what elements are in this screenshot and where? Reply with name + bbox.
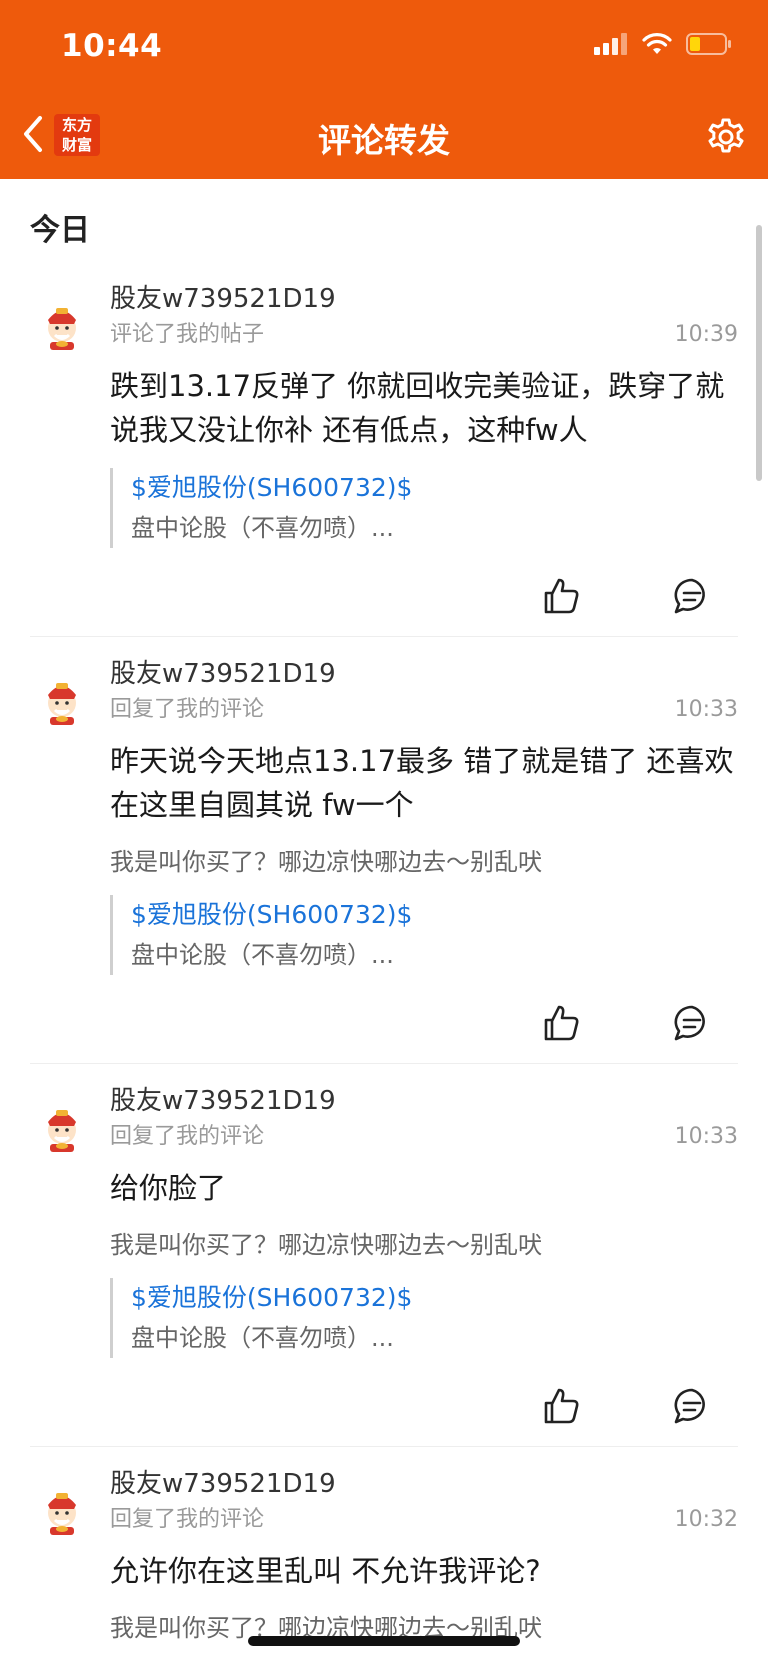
thumbs-up-icon[interactable] bbox=[542, 1003, 582, 1043]
status-icons bbox=[594, 32, 732, 56]
quoted-post[interactable]: $爱旭股份(SH600732)$ 盘中论股（不喜勿喷）... bbox=[110, 468, 738, 548]
avatar[interactable] bbox=[36, 298, 88, 350]
avatar[interactable] bbox=[36, 1483, 88, 1535]
list-item[interactable]: 股友w739521D19 回复了我的评论 10:33 昨天说今天地点13.17最… bbox=[0, 637, 768, 1064]
action-row bbox=[110, 991, 738, 1063]
meta-row: 回复了我的评论 10:33 bbox=[110, 695, 738, 725]
username[interactable]: 股友w739521D19 bbox=[110, 1447, 738, 1501]
action-text: 评论了我的帖子 bbox=[110, 322, 265, 347]
timestamp: 10:33 bbox=[674, 697, 738, 722]
comment-bubble-icon[interactable] bbox=[672, 1003, 712, 1043]
my-original-comment: 我是叫你买了？哪边凉快哪边去～别乱吠 bbox=[110, 1231, 542, 1259]
action-text: 回复了我的评论 bbox=[110, 1507, 265, 1532]
quoted-post[interactable]: $爱旭股份(SH600732)$ 盘中论股（不喜勿喷）... bbox=[110, 1278, 738, 1358]
post-description: 盘中论股（不喜勿喷）... bbox=[131, 941, 394, 969]
section-title-today: 今日 bbox=[30, 213, 90, 248]
comment-bubble-icon[interactable] bbox=[672, 1386, 712, 1426]
list-item[interactable]: 股友w739521D19 评论了我的帖子 10:39 跌到13.17反弹了 你就… bbox=[0, 262, 768, 637]
stock-link[interactable]: $爱旭股份(SH600732)$ bbox=[131, 1278, 738, 1318]
comment-content: 给你脸了 bbox=[110, 1171, 227, 1205]
my-original-comment: 我是叫你买了？哪边凉快哪边去～别乱吠 bbox=[110, 848, 542, 876]
top-bar: 10:44 东方 财富 评论转发 bbox=[0, 0, 768, 179]
page-title: 评论转发 bbox=[318, 121, 450, 160]
nav-bar: 东方 财富 评论转发 bbox=[0, 100, 768, 172]
battery-icon bbox=[686, 33, 731, 55]
comment-content: 允许你在这里乱叫 不允许我评论? bbox=[110, 1554, 541, 1588]
post-description: 盘中论股（不喜勿喷）... bbox=[131, 1324, 394, 1352]
thumbs-up-icon[interactable] bbox=[542, 576, 582, 616]
action-row bbox=[110, 1374, 738, 1446]
username[interactable]: 股友w739521D19 bbox=[110, 637, 738, 691]
notification-list: 股友w739521D19 评论了我的帖子 10:39 跌到13.17反弹了 你就… bbox=[0, 262, 768, 1645]
home-indicator[interactable] bbox=[248, 1636, 520, 1646]
comment-bubble-icon[interactable] bbox=[672, 576, 712, 616]
stock-link[interactable]: $爱旭股份(SH600732)$ bbox=[131, 895, 738, 935]
comment-content: 跌到13.17反弹了 你就回收完美验证，跌穿了就说我又没让你补 还有低点，这种f… bbox=[110, 369, 725, 447]
action-text: 回复了我的评论 bbox=[110, 1124, 265, 1149]
timestamp: 10:39 bbox=[674, 322, 738, 347]
username[interactable]: 股友w739521D19 bbox=[110, 1064, 738, 1118]
quoted-post[interactable]: $爱旭股份(SH600732)$ 盘中论股（不喜勿喷）... bbox=[110, 895, 738, 975]
settings-gear-icon[interactable] bbox=[704, 114, 748, 158]
cellular-signal-icon bbox=[594, 33, 627, 55]
avatar[interactable] bbox=[36, 1100, 88, 1152]
action-text: 回复了我的评论 bbox=[110, 697, 265, 722]
timestamp: 10:32 bbox=[674, 1507, 738, 1532]
meta-row: 评论了我的帖子 10:39 bbox=[110, 320, 738, 350]
action-row bbox=[110, 564, 738, 636]
list-item[interactable]: 股友w739521D19 回复了我的评论 10:32 允许你在这里乱叫 不允许我… bbox=[0, 1447, 768, 1645]
post-description: 盘中论股（不喜勿喷）... bbox=[131, 514, 394, 542]
list-item[interactable]: 股友w739521D19 回复了我的评论 10:33 给你脸了 我是叫你买了？哪… bbox=[0, 1064, 768, 1447]
timestamp: 10:33 bbox=[674, 1124, 738, 1149]
wifi-icon bbox=[642, 33, 672, 54]
avatar[interactable] bbox=[36, 673, 88, 725]
meta-row: 回复了我的评论 10:32 bbox=[110, 1505, 738, 1535]
thumbs-up-icon[interactable] bbox=[542, 1386, 582, 1426]
meta-row: 回复了我的评论 10:33 bbox=[110, 1122, 738, 1152]
comment-content: 昨天说今天地点13.17最多 错了就是错了 还喜欢在这里自圆其说 fw一个 bbox=[110, 744, 734, 822]
stock-link[interactable]: $爱旭股份(SH600732)$ bbox=[131, 468, 738, 508]
status-time: 10:44 bbox=[61, 28, 163, 64]
username[interactable]: 股友w739521D19 bbox=[110, 262, 738, 316]
